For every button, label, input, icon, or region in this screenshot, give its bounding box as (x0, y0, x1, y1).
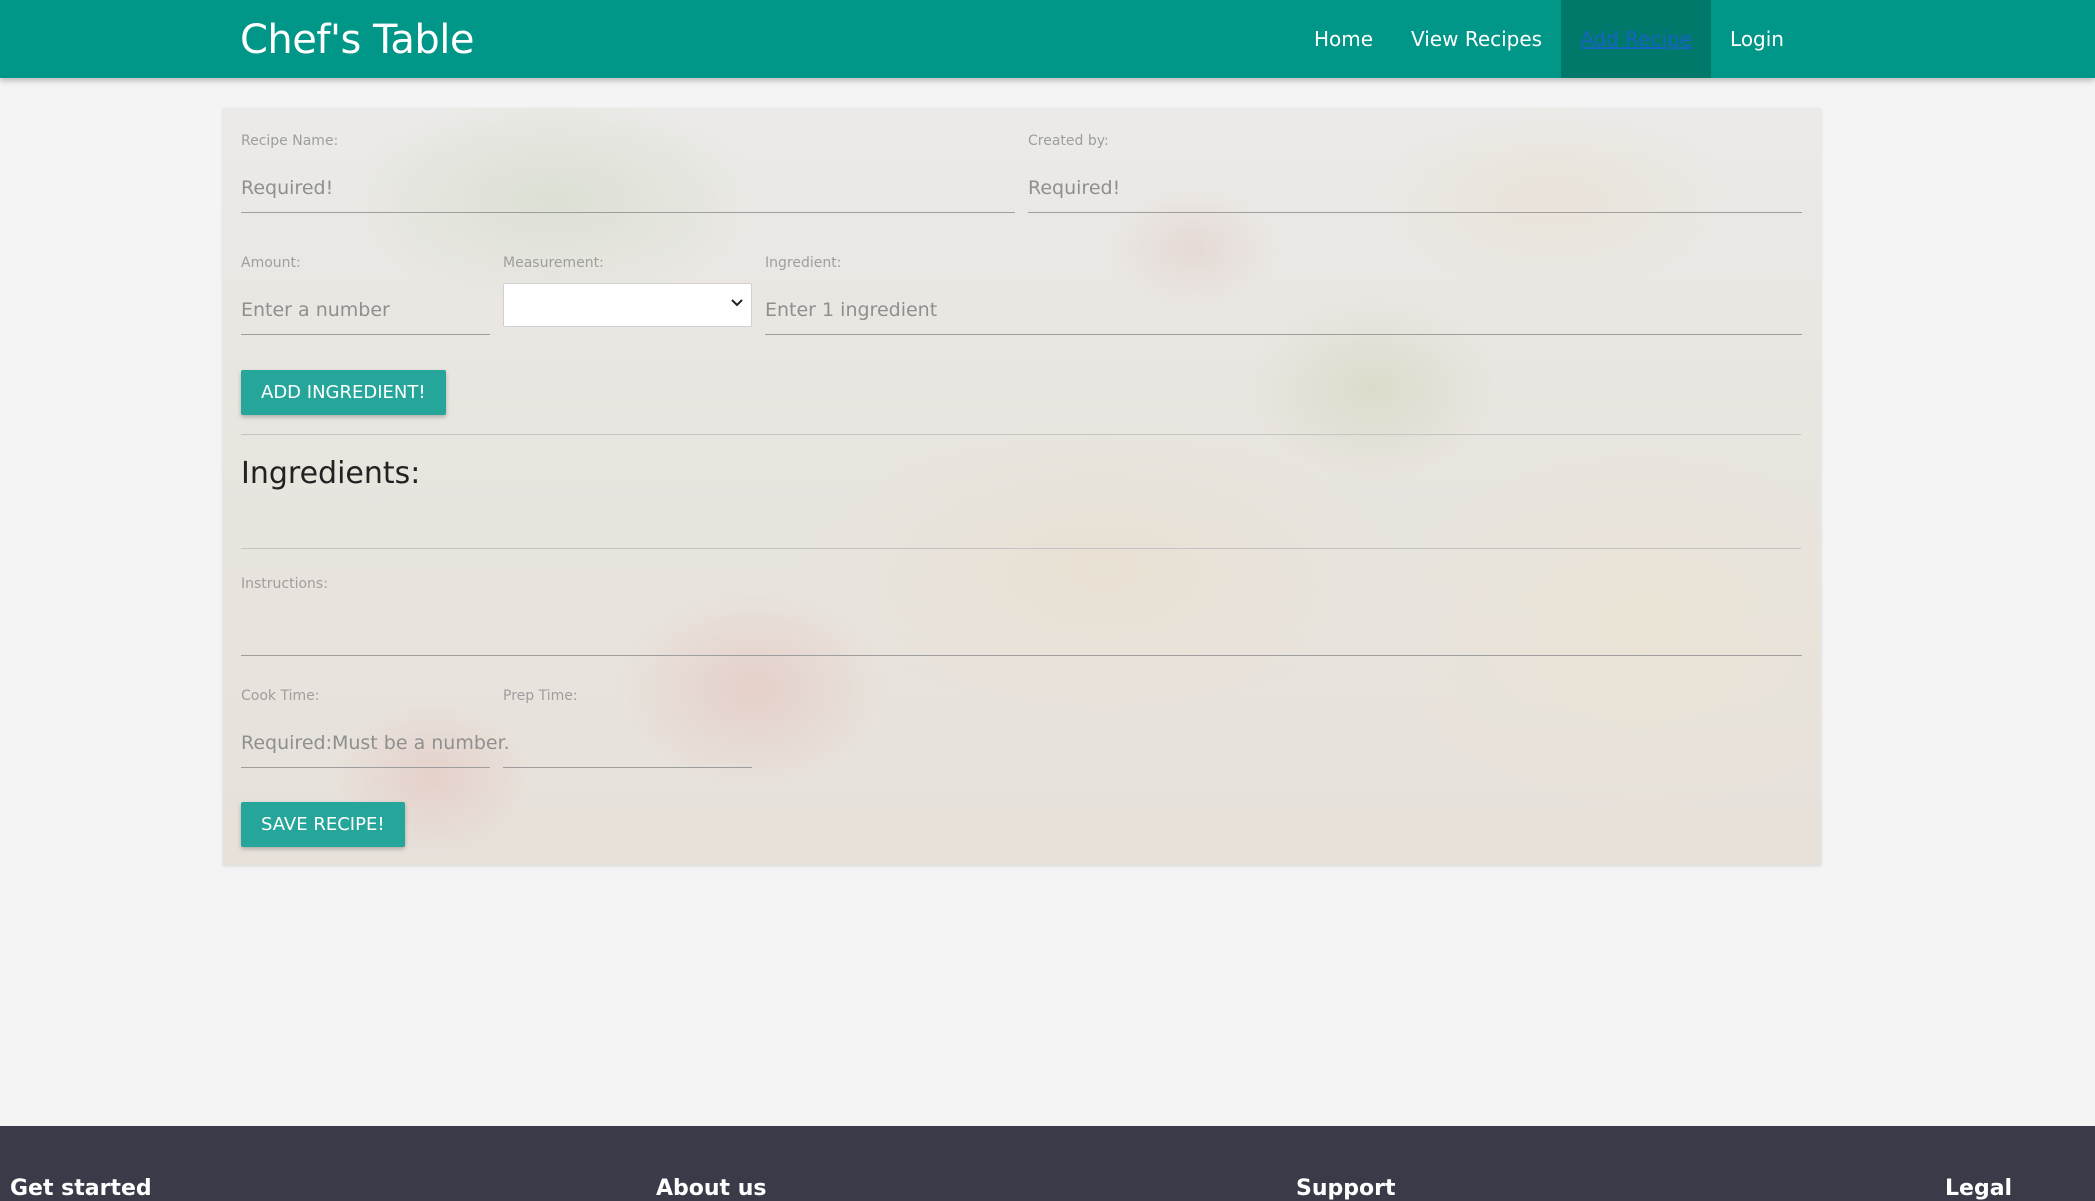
ingredient-label: Ingredient: (765, 255, 842, 271)
divider (241, 434, 1801, 435)
ingredient-input[interactable] (765, 285, 1802, 335)
add-ingredient-button[interactable]: ADD INGREDIENT! (241, 370, 446, 415)
add-recipe-form-card: Recipe Name: Created by: Amount: Measure… (223, 108, 1821, 865)
save-recipe-button[interactable]: SAVE RECIPE! (241, 802, 405, 847)
created-by-field: Created by: (1028, 133, 1802, 215)
ingredient-field: Ingredient: (765, 255, 1802, 337)
amount-label: Amount: (241, 255, 301, 271)
nav-links: Home View Recipes Add Recipe Login (1295, 0, 1803, 78)
instructions-input[interactable] (241, 606, 1802, 656)
instructions-field: Instructions: (241, 576, 1802, 658)
recipe-name-label: Recipe Name: (241, 133, 339, 149)
nav-view-recipes-link[interactable]: View Recipes (1392, 0, 1561, 78)
prep-time-input[interactable] (503, 718, 752, 768)
created-by-input[interactable] (1028, 163, 1802, 213)
amount-field: Amount: (241, 255, 490, 337)
instructions-label: Instructions: (241, 576, 328, 592)
chevron-down-icon (731, 299, 743, 307)
nav-login-link[interactable]: Login (1711, 0, 1803, 78)
ingredients-list-divider (241, 548, 1801, 549)
brand-logo[interactable]: Chef's Table (240, 0, 474, 78)
ingredients-heading: Ingredients: (241, 456, 421, 491)
cook-time-input[interactable]: Required:Must be a number. (241, 718, 510, 768)
created-by-label: Created by: (1028, 133, 1109, 149)
top-navbar: Chef's Table Home View Recipes Add Recip… (0, 0, 2095, 78)
prep-time-field: Prep Time: (503, 688, 752, 770)
recipe-name-field: Recipe Name: (241, 133, 1015, 215)
amount-input[interactable] (241, 285, 490, 335)
prep-time-label: Prep Time: (503, 688, 578, 704)
footer-about-us-heading: About us (656, 1176, 767, 1201)
measurement-select[interactable] (503, 283, 752, 327)
page-footer: Get started About us Support Legal (0, 1126, 2095, 1201)
recipe-name-input[interactable] (241, 163, 1015, 213)
footer-get-started-heading: Get started (10, 1176, 152, 1201)
nav-add-recipe-link[interactable]: Add Recipe (1561, 0, 1712, 78)
cook-time-label: Cook Time: (241, 688, 320, 704)
footer-legal-heading: Legal (1945, 1176, 2013, 1201)
nav-home-link[interactable]: Home (1295, 0, 1392, 78)
add-recipe-form: Recipe Name: Created by: Amount: Measure… (223, 108, 1821, 865)
cook-time-field: Cook Time: Required:Must be a number. (241, 688, 510, 770)
footer-support-heading: Support (1296, 1176, 1396, 1201)
measurement-field: Measurement: (503, 255, 752, 337)
measurement-label: Measurement: (503, 255, 604, 271)
